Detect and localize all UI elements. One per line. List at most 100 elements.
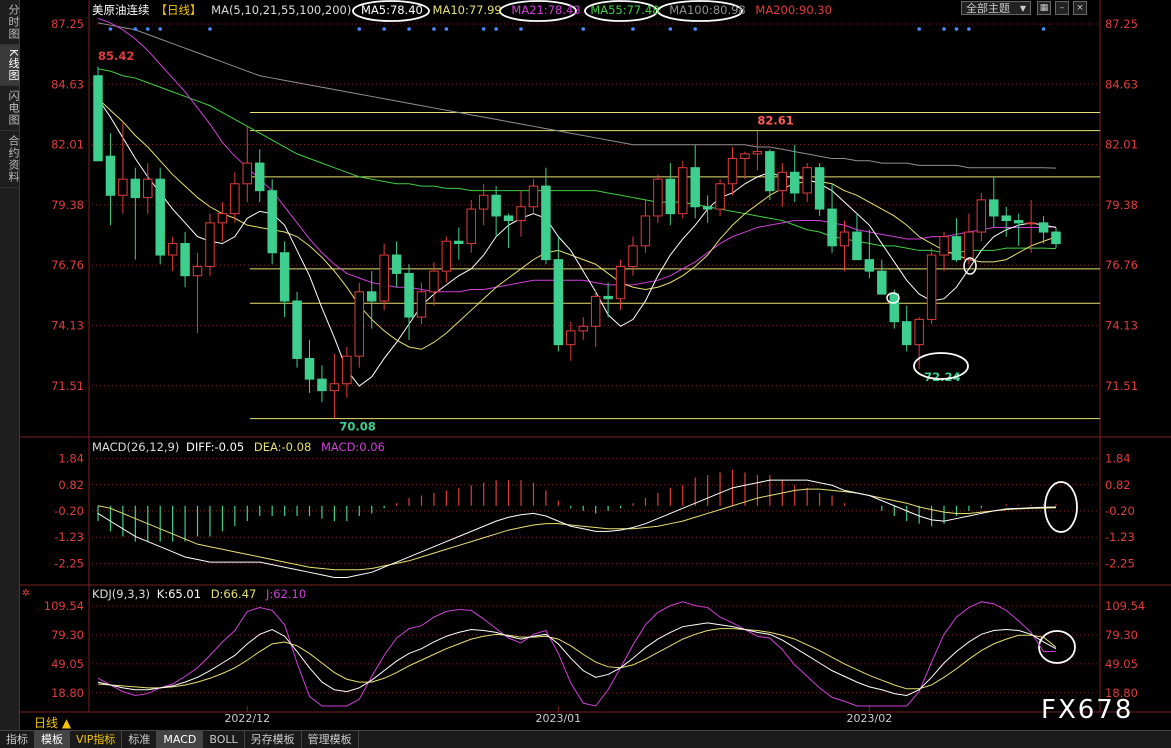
candle-body	[628, 245, 638, 268]
bottom-tab-5[interactable]: BOLL	[203, 731, 245, 748]
candle-body	[180, 243, 190, 277]
signal-dot	[917, 27, 921, 31]
candle-body	[640, 215, 651, 247]
y-tick-label-left: 18.80	[51, 686, 84, 700]
ma10-line	[97, 98, 1057, 350]
d-value: D:66.47	[210, 587, 257, 601]
diff-value: DIFF:-0.05	[186, 440, 245, 454]
j-value: J:62.10	[266, 587, 307, 601]
y-tick-label-right: 84.63	[1105, 77, 1138, 91]
kdj-d-line	[97, 628, 1057, 690]
chevron-down-icon: ▼	[1019, 4, 1026, 13]
candle-body	[454, 240, 464, 245]
bottom-tab-6[interactable]: 另存模板	[245, 731, 302, 748]
y-tick-label-left: 0.82	[58, 478, 84, 492]
y-tick-label-right: 109.54	[1105, 599, 1145, 613]
signal-dot	[444, 27, 449, 31]
signal-dot	[158, 27, 163, 31]
candle-body	[379, 254, 389, 302]
candle-body	[653, 178, 663, 217]
candle-body	[503, 215, 514, 222]
ma100-value: MA100:80.98	[669, 3, 746, 17]
bottom-tab-2[interactable]: VIP指标	[70, 731, 123, 748]
bottom-tab-7[interactable]: 管理模板	[302, 731, 359, 748]
y-tick-label-right: -1.23	[1105, 530, 1135, 544]
signal-dot	[519, 27, 523, 31]
candle-body	[304, 357, 315, 380]
signal-dot	[631, 27, 635, 31]
candle-body	[939, 236, 949, 256]
grid-icon[interactable]: ▦	[1037, 1, 1051, 15]
candle-body	[242, 162, 253, 185]
signal-dot	[693, 27, 697, 31]
y-tick-label-left: 71.51	[51, 379, 84, 393]
candle-body	[777, 171, 788, 192]
candle-body	[789, 171, 800, 194]
signal-dot	[108, 27, 113, 31]
y-tick-label-right: 1.84	[1105, 452, 1131, 466]
period-tag: 【日线】	[155, 3, 202, 17]
candle-body	[827, 208, 837, 247]
y-tick-label-left: 82.01	[51, 137, 84, 151]
y-tick-label-left: -1.23	[54, 530, 84, 544]
ma21-line	[97, 17, 1057, 293]
y-tick-label-left: -0.20	[54, 504, 84, 518]
candle-body	[478, 194, 489, 210]
candle-body	[839, 231, 850, 247]
bottom-tab-4[interactable]: MACD	[157, 731, 204, 748]
bottom-tab-0[interactable]: 指标	[0, 731, 35, 748]
candle-body	[603, 295, 613, 300]
candle-body	[1038, 222, 1049, 233]
candle-body	[864, 259, 875, 272]
candle-body	[752, 151, 763, 155]
period-selector[interactable]: 日线 ▲	[34, 714, 71, 731]
close-icon[interactable]: ×	[1073, 1, 1087, 15]
candle-body	[267, 190, 277, 254]
candle-body	[342, 355, 352, 385]
signal-dot	[208, 27, 212, 31]
candle-body	[143, 178, 153, 199]
candle-body	[566, 330, 576, 346]
candle-body	[205, 222, 215, 268]
signal-dot	[668, 27, 673, 31]
candle-body	[964, 231, 974, 261]
kdj-label: KDJ(9,3,3)	[92, 587, 151, 601]
candle-body	[230, 183, 240, 215]
ma-label: MA(5,10,21,55,100,200)	[211, 3, 352, 17]
main-legend: 美原油连续 【日线】 MA(5,10,21,55,100,200) MA5:78.…	[92, 2, 838, 18]
candle-body	[951, 236, 962, 261]
candle-body	[167, 243, 178, 256]
candle-body	[292, 300, 302, 359]
bottom-tab-1[interactable]: 模板	[35, 731, 70, 748]
y-tick-label-left: 87.25	[51, 17, 84, 31]
theme-select[interactable]: 全部主题 ▼	[961, 1, 1031, 15]
y-tick-label-right: 79.30	[1105, 628, 1138, 642]
candle-body	[926, 254, 937, 320]
signal-dot	[357, 27, 362, 31]
candle-body	[118, 178, 128, 196]
candle-body	[416, 291, 427, 318]
candle-body	[665, 178, 676, 215]
signal-dot	[145, 27, 150, 31]
watermark: FX678	[1041, 695, 1134, 725]
y-tick-label-right: 87.25	[1105, 17, 1138, 31]
signal-dot	[382, 27, 386, 31]
candle-body	[217, 213, 228, 224]
candle-body	[391, 254, 402, 274]
price-annotation: 70.08	[339, 420, 375, 434]
candle-body	[516, 206, 526, 222]
bottom-tab-3[interactable]: 标准	[122, 731, 158, 748]
candle-body	[765, 151, 775, 192]
signal-dot	[407, 27, 411, 31]
candle-body	[441, 240, 452, 272]
y-tick-label-left: 76.76	[51, 258, 84, 272]
signal-dot	[133, 27, 138, 31]
k-value: K:65.01	[156, 587, 202, 601]
candle-body	[852, 231, 862, 261]
candle-body	[590, 295, 601, 327]
candle-body	[877, 270, 887, 295]
minimize-icon[interactable]: –	[1055, 1, 1069, 15]
candle-body	[802, 167, 812, 194]
candle-body	[317, 378, 327, 392]
candle-body	[429, 270, 439, 293]
